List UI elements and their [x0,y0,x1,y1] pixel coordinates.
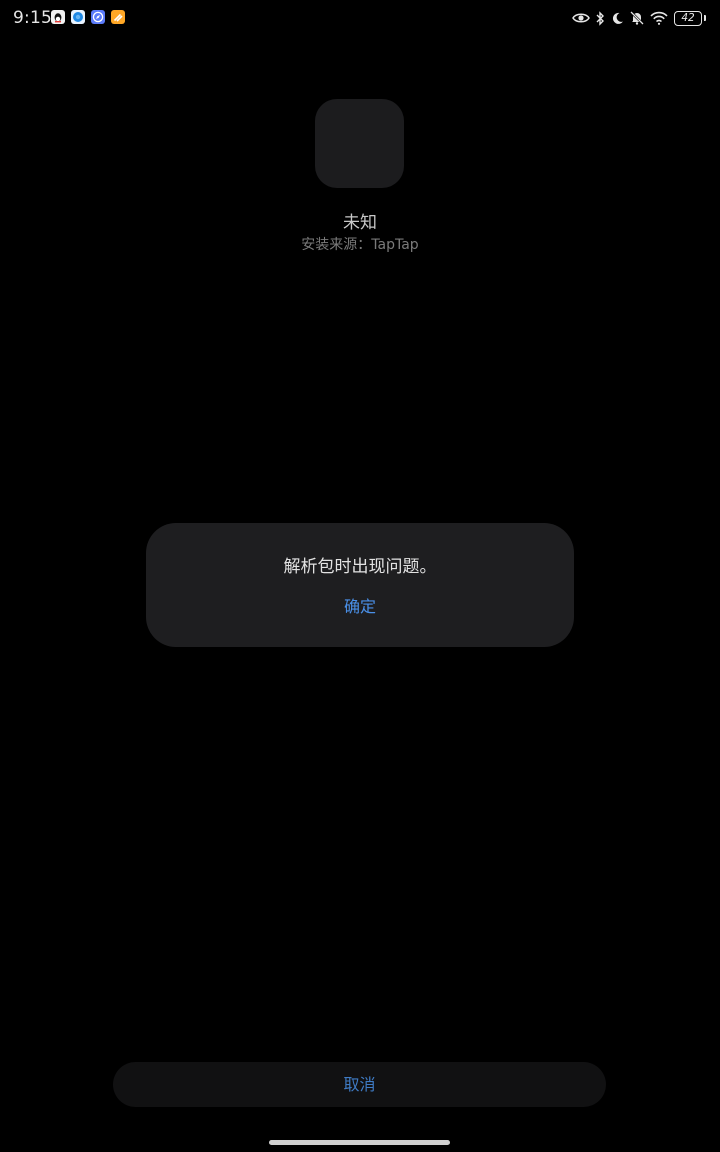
battery-indicator: 42 [674,10,702,26]
battery-tip [704,15,706,21]
browser-icon [71,10,85,24]
battery-level: 42 [681,11,695,24]
notification-icons [51,10,125,24]
app-name: 未知 [343,213,377,233]
bluetooth-icon [596,10,605,26]
compass-icon [91,10,105,24]
dialog-message: 解析包时出现问题。 [283,557,437,577]
cancel-button[interactable]: 取消 [113,1062,606,1107]
moon-icon [611,12,624,25]
error-dialog: 解析包时出现问题。 确定 [146,523,574,647]
qq-icon [51,10,65,24]
mute-bell-icon [630,11,644,25]
install-source: 安装来源：TapTap [301,237,419,253]
confirm-button[interactable]: 确定 [310,593,410,621]
notes-icon [111,10,125,24]
wifi-icon [650,11,668,25]
installer-screen: 9:15 42 未知 安装来源：TapTap 解析包时出现问题。 确定 取消 [0,0,720,1152]
status-time: 9:15 [13,8,52,28]
system-icons: 42 [572,9,706,27]
home-indicator[interactable] [269,1140,450,1145]
eye-icon [572,12,590,24]
app-icon [315,99,404,188]
status-bar: 9:15 42 [0,0,720,36]
